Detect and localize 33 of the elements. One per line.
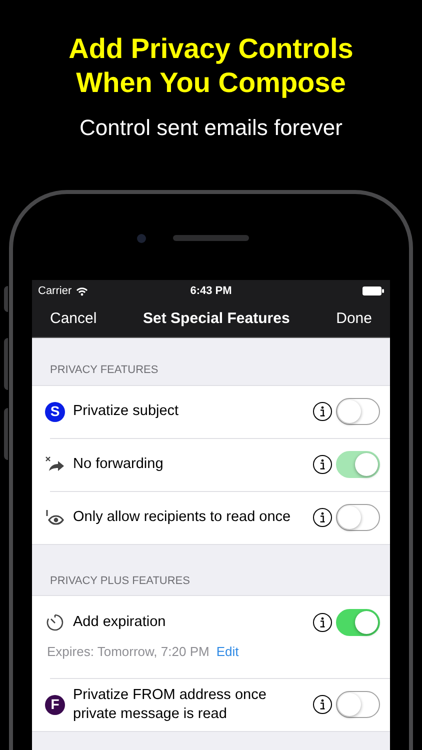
row-label: Privatize subject [73, 402, 180, 421]
headline: Add Privacy Controls When You Compose [68, 32, 354, 100]
timer-icon [45, 613, 65, 631]
info-icon[interactable] [313, 402, 332, 421]
info-icon[interactable] [313, 455, 332, 474]
info-icon[interactable] [313, 508, 332, 527]
letter-badge: F [45, 694, 65, 714]
row-label: Privatize FROM address once private message is read [73, 686, 268, 724]
carrier-label: Carrier [38, 284, 72, 299]
battery-icon [362, 286, 384, 296]
clock: 6:43 PM [190, 284, 232, 299]
section-header: PRIVACY FEATURES [49, 363, 160, 378]
subtitle: Control sent emails forever [80, 114, 342, 142]
eye-icon [45, 508, 65, 526]
section-header: PRIVACY PLUS FEATURES [49, 574, 191, 588]
forward-arrow-icon [45, 456, 65, 474]
wifi-icon [76, 286, 88, 296]
cancel-button[interactable]: Cancel [50, 308, 97, 331]
info-icon[interactable] [313, 612, 332, 632]
camera-icon [137, 234, 146, 243]
nav-title: Set Special Features [143, 309, 290, 330]
row-label: Add expiration [73, 612, 167, 632]
toggle-switch[interactable] [336, 398, 380, 425]
toggle-switch[interactable] [336, 608, 380, 636]
toggle-switch[interactable] [336, 504, 380, 531]
edit-link[interactable]: Edit [216, 642, 239, 662]
expiry-text: Expires: Tomorrow, 7:20 PM [47, 643, 210, 661]
info-icon[interactable] [313, 695, 332, 714]
toggle-switch[interactable] [336, 691, 380, 718]
row-label: No forwarding [73, 455, 164, 474]
done-button[interactable]: Done [336, 308, 372, 331]
row-label: Only allow recipients to read once [73, 508, 292, 527]
letter-badge: S [45, 402, 65, 422]
